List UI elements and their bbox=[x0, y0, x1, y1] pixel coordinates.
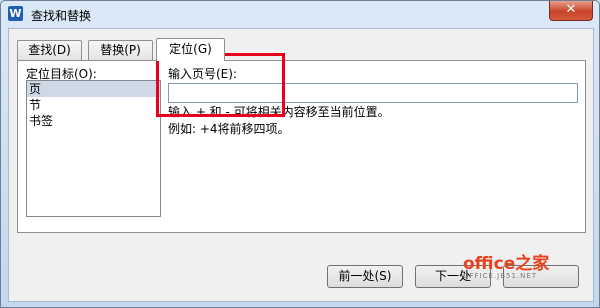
title-bar[interactable]: W 查找和替换 ✕ bbox=[1, 1, 599, 27]
tab-find[interactable]: 查找(D) bbox=[17, 40, 82, 60]
dialog-body: 查找(D) 替换(P) 定位(G) 定位目标(O): 页 节 书签 输入页号(E… bbox=[8, 28, 594, 302]
tab-replace[interactable]: 替换(P) bbox=[88, 40, 153, 60]
previous-button[interactable]: 前一处(S) bbox=[327, 265, 403, 288]
close-dialog-button[interactable] bbox=[503, 265, 579, 288]
page-number-label: 输入页号(E): bbox=[168, 67, 237, 81]
goto-hint-line1: 输入 + 和 - 可将相关内容移至当前位置。 bbox=[168, 105, 390, 119]
wps-writer-icon: W bbox=[8, 6, 23, 21]
tab-goto[interactable]: 定位(G) bbox=[156, 38, 225, 61]
target-item-bookmark[interactable]: 书签 bbox=[27, 113, 160, 129]
goto-target-list[interactable]: 页 节 书签 bbox=[26, 80, 161, 217]
target-item-page[interactable]: 页 bbox=[27, 81, 160, 97]
target-item-section[interactable]: 节 bbox=[27, 97, 160, 113]
close-button[interactable]: ✕ bbox=[549, 1, 593, 21]
goto-hint-line2: 例如: +4将前移四项。 bbox=[168, 122, 290, 136]
page-number-input[interactable] bbox=[168, 83, 578, 103]
goto-panel: 定位目标(O): 页 节 书签 输入页号(E): 输入 + 和 - 可将相关内容… bbox=[17, 60, 586, 233]
next-button[interactable]: 下一处 bbox=[415, 265, 491, 288]
find-replace-dialog: W 查找和替换 ✕ 查找(D) 替换(P) 定位(G) 定位目标(O): 页 节… bbox=[0, 0, 600, 308]
dialog-title: 查找和替换 bbox=[31, 9, 92, 23]
